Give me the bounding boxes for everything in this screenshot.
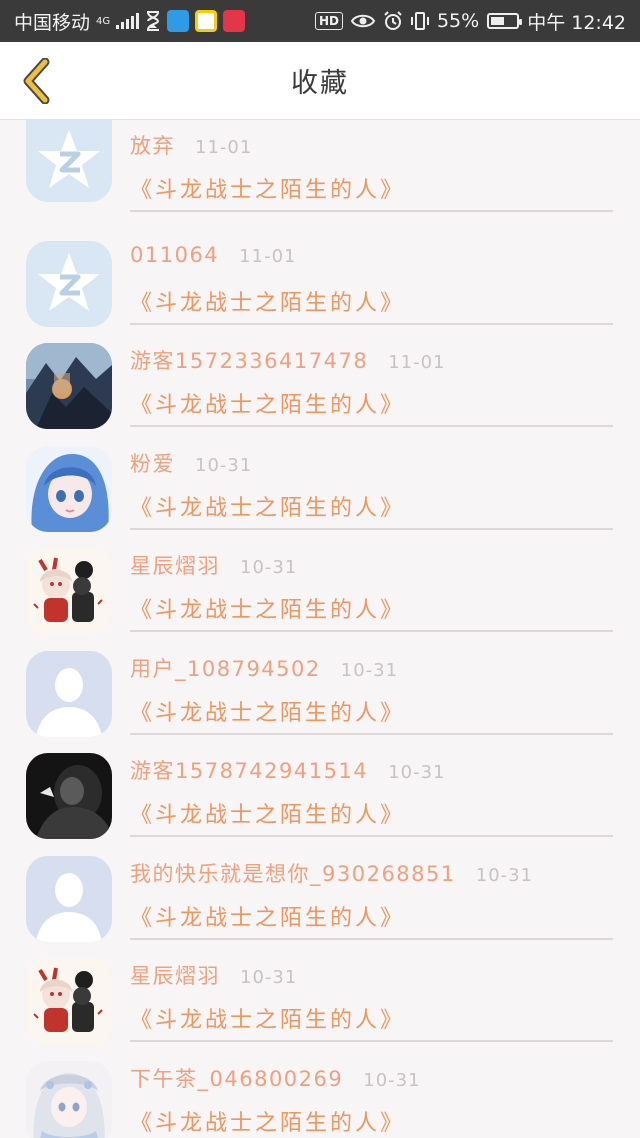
user-name[interactable]: 粉爱 [130,448,175,478]
favorite-item[interactable]: 星辰熠羽 10-31 《斗龙战士之陌生的人》 [0,940,640,1044]
favorite-date: 10-31 [195,454,253,476]
clock: 中午 12:42 [527,11,626,34]
favorite-info: 星辰熠羽 10-31 《斗龙战士之陌生的人》 [130,956,613,1042]
avatar[interactable] [26,445,112,532]
favorite-item[interactable]: 下午茶_046800269 10-31 《斗龙战士之陌生的人》 [0,1043,640,1138]
book-title[interactable]: 《斗龙战士之陌生的人》 [130,172,613,204]
book-title[interactable]: 《斗龙战士之陌生的人》 [130,1105,613,1137]
favorite-item[interactable]: 放弃 11-01 《斗龙战士之陌生的人》 [0,120,640,223]
status-bar: 中国移动 4G HD 55% 中午 12:42 [0,0,640,42]
avatar[interactable] [26,548,112,634]
hourglass-icon [145,11,161,31]
anime-chibi-avatar-icon [26,958,112,1044]
book-title[interactable]: 《斗龙战士之陌生的人》 [130,285,613,317]
avatar[interactable] [26,240,112,327]
user-name[interactable]: 星辰熠羽 [130,550,220,580]
network-type-label: 4G [96,15,111,27]
delivery-app-icon [167,10,190,32]
favorite-info: 下午茶_046800269 10-31 《斗龙战士之陌生的人》 [130,1059,613,1138]
user-name[interactable]: 下午茶_046800269 [130,1063,343,1093]
dark-photo-avatar-icon [26,753,112,839]
landscape-avatar-icon [26,343,112,429]
favorite-date: 10-31 [240,967,298,988]
user-name[interactable]: 星辰熠羽 [130,960,220,990]
favorite-info: 游客1572336417478 11-01 《斗龙战士之陌生的人》 [130,341,613,427]
favorite-date: 11-01 [239,245,297,267]
network-label: 4G [96,15,111,27]
red-app-icon [223,10,246,32]
favorite-item[interactable]: 游客1572336417478 11-01 《斗龙战士之陌生的人》 [0,325,640,429]
favorite-info: 星辰熠羽 10-31 《斗龙战士之陌生的人》 [130,546,613,632]
favorite-date: 10-31 [363,1069,421,1091]
user-name[interactable]: 011064 [130,243,219,267]
favorite-info: 用户_108794502 10-31 《斗龙战士之陌生的人》 [130,649,613,735]
user-name[interactable]: 游客1578742941514 [130,755,368,785]
anime-white-hair-avatar-icon [26,1060,112,1138]
favorite-info: 我的快乐就是想你_930268851 10-31 《斗龙战士之陌生的人》 [130,854,613,940]
signal-icon [116,13,140,29]
favorite-date: 10-31 [340,659,399,681]
user-name[interactable]: 放弃 [130,130,175,160]
anime-girl-avatar-icon [26,445,112,532]
eye-icon [350,13,375,29]
favorite-item[interactable]: 用户_108794502 10-31 《斗龙战士之陌生的人》 [0,633,640,737]
favorite-date: 10-31 [240,557,298,578]
favorite-info: 011064 11-01 《斗龙战士之陌生的人》 [130,239,613,325]
favorite-item[interactable]: 我的快乐就是想你_930268851 10-31 《斗龙战士之陌生的人》 [0,838,640,942]
favorite-info: 放弃 11-01 《斗龙战士之陌生的人》 [130,126,613,212]
book-title[interactable]: 《斗龙战士之陌生的人》 [130,797,613,829]
avatar[interactable] [26,120,112,202]
avatar[interactable] [26,1060,112,1138]
book-title[interactable]: 《斗龙战士之陌生的人》 [130,387,613,419]
favorite-info: 粉爱 10-31 《斗龙战士之陌生的人》 [130,444,613,530]
avatar[interactable] [26,343,112,429]
face-app-icon [195,10,218,32]
book-title[interactable]: 《斗龙战士之陌生的人》 [130,900,613,932]
book-title[interactable]: 《斗龙战士之陌生的人》 [130,490,613,522]
favorite-item[interactable]: 011064 11-01 《斗龙战士之陌生的人》 [0,223,640,327]
user-name[interactable]: 我的快乐就是想你_930268851 [130,858,456,888]
battery-percent: 55% [436,10,480,32]
default-person-avatar-icon [26,650,112,737]
book-title[interactable]: 《斗龙战士之陌生的人》 [130,1002,613,1034]
anime-chibi-avatar-icon [26,548,112,634]
favorite-date: 11-01 [388,352,446,373]
default-person-avatar-icon [26,855,112,942]
user-name[interactable]: 用户_108794502 [130,653,321,683]
avatar[interactable] [26,958,112,1044]
hd-badge: HD [314,12,343,30]
avatar[interactable] [26,855,112,942]
qq-star-avatar-icon [26,120,112,202]
favorite-info: 游客1578742941514 10-31 《斗龙战士之陌生的人》 [130,751,613,837]
favorite-date: 10-31 [388,762,446,783]
carrier-label: 中国移动 [14,11,91,34]
user-name[interactable]: 游客1572336417478 [130,345,368,375]
avatar[interactable] [26,753,112,839]
top-nav-bar: 收藏 [0,42,640,120]
favorite-item[interactable]: 游客1578742941514 10-31 《斗龙战士之陌生的人》 [0,735,640,839]
chevron-left-icon [23,58,50,104]
avatar[interactable] [26,650,112,737]
favorite-item[interactable]: 星辰熠羽 10-31 《斗龙战士之陌生的人》 [0,530,640,634]
battery-icon [487,13,523,29]
vibrate-icon [410,11,429,31]
favorite-date: 10-31 [475,864,534,886]
alarm-icon [383,11,403,31]
back-button[interactable] [12,56,62,106]
page-title: 收藏 [291,68,349,99]
favorite-date: 11-01 [195,137,253,158]
book-title[interactable]: 《斗龙战士之陌生的人》 [130,592,613,624]
favorites-list: 放弃 11-01 《斗龙战士之陌生的人》 011064 11-01 《斗龙战士之… [0,120,640,1138]
book-title[interactable]: 《斗龙战士之陌生的人》 [130,695,613,727]
qq-star-avatar-icon [26,240,112,327]
favorite-item[interactable]: 粉爱 10-31 《斗龙战士之陌生的人》 [0,428,640,532]
